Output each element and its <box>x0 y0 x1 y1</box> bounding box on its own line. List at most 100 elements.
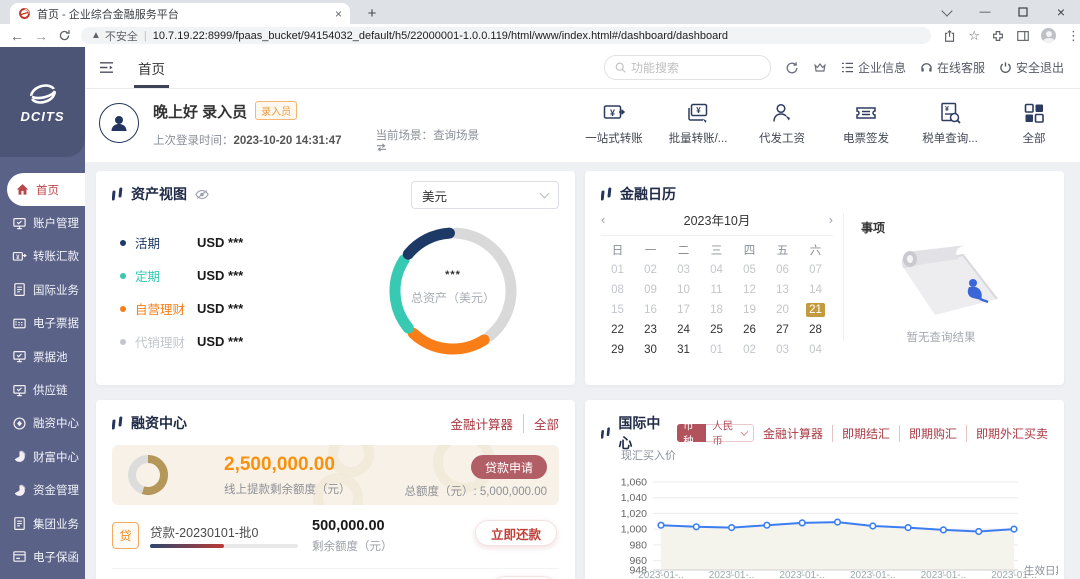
intl-link-3[interactable]: 即期外汇买卖 <box>967 425 1048 442</box>
quick-action-salary[interactable]: 代发工资 <box>750 99 814 146</box>
calendar-day[interactable]: 31 <box>667 342 700 358</box>
financing-all-link[interactable]: 全部 <box>524 414 559 433</box>
bookmark-star-icon[interactable]: ☆ <box>968 28 980 44</box>
quick-action-one-stop-transfer[interactable]: ¥一站式转账 <box>582 99 646 146</box>
calendar-day[interactable]: 14 <box>799 282 832 298</box>
calendar-day[interactable]: 10 <box>667 282 700 298</box>
sidebar-item-transfer[interactable]: ¥转账汇款 <box>0 240 85 273</box>
quick-action-e-ticket-issue[interactable]: 电票签发 <box>834 99 898 146</box>
calendar-day[interactable]: 26 <box>733 322 766 338</box>
calendar-next-button[interactable]: › <box>813 212 833 227</box>
reload-button[interactable] <box>58 29 71 42</box>
close-window-button[interactable]: × <box>1042 0 1080 24</box>
quick-action-tax-query[interactable]: ¥税单查询... <box>918 99 982 146</box>
pie-icon <box>12 449 27 464</box>
currency-select[interactable]: 美元 <box>411 181 559 209</box>
calendar-day[interactable]: 16 <box>634 302 667 318</box>
sidebar-item-wealth[interactable]: 财富中心 <box>0 440 85 473</box>
calendar-day[interactable]: 15 <box>601 302 634 318</box>
repay-button[interactable]: 立即还款 <box>475 520 557 546</box>
side-panel-icon[interactable] <box>1016 29 1030 43</box>
calendar-day[interactable]: 24 <box>667 322 700 338</box>
quick-action-all[interactable]: 全部 <box>1002 99 1066 146</box>
restore-button[interactable] <box>1004 0 1042 24</box>
intl-link-1[interactable]: 即期结汇 <box>833 425 900 442</box>
calendar-day[interactable]: 23 <box>634 322 667 338</box>
online-service-link[interactable]: 在线客服 <box>920 59 985 76</box>
calendar-day[interactable]: 02 <box>733 342 766 358</box>
calendar-day[interactable]: 03 <box>766 342 799 358</box>
financial-calculator-link[interactable]: 金融计算器 <box>440 414 524 433</box>
tab-close-icon[interactable]: × <box>335 7 342 21</box>
calendar-prev-button[interactable]: ‹ <box>601 212 621 227</box>
intl-link-2[interactable]: 即期购汇 <box>900 425 967 442</box>
calendar-day[interactable]: 01 <box>700 342 733 358</box>
sidebar-item-group[interactable]: 集团业务 <box>0 507 85 540</box>
sidebar-item-accounts[interactable]: 账户管理 <box>0 206 85 239</box>
calendar-day[interactable]: 19 <box>733 302 766 318</box>
calendar-day[interactable]: 29 <box>601 342 634 358</box>
calendar-day[interactable]: 07 <box>799 262 832 278</box>
share-icon[interactable] <box>943 29 957 43</box>
collapse-menu-icon[interactable] <box>99 61 114 74</box>
calendar-day[interactable]: 12 <box>733 282 766 298</box>
search-input[interactable]: 功能搜索 <box>604 55 771 80</box>
calendar-day[interactable]: 30 <box>634 342 667 358</box>
tab-search-icon[interactable] <box>928 0 966 24</box>
sidebar-item-financing[interactable]: 融资中心 <box>0 407 85 440</box>
intl-link-0[interactable]: 金融计算器 <box>754 425 833 442</box>
forward-button[interactable]: → <box>34 28 48 44</box>
eye-off-icon[interactable] <box>195 189 209 200</box>
back-button[interactable]: ← <box>10 28 24 44</box>
calendar-day[interactable]: 27 <box>766 322 799 338</box>
sidebar-item-home[interactable]: 首页 <box>7 173 85 206</box>
sidebar-item-supply-chain[interactable]: 供应链 <box>0 373 85 406</box>
calendar-day[interactable]: 17 <box>667 302 700 318</box>
calendar-day[interactable]: 01 <box>601 262 634 278</box>
calendar-day[interactable]: 18 <box>700 302 733 318</box>
sidebar-item-e-bill[interactable]: 电子票据 <box>0 307 85 340</box>
profile-avatar[interactable] <box>1041 28 1056 43</box>
theme-crown-icon[interactable] <box>813 61 827 74</box>
calendar-day[interactable]: 05 <box>733 262 766 278</box>
fx-currency-select[interactable]: 人民币 <box>706 424 754 442</box>
scene-switch-icon[interactable] <box>376 143 483 152</box>
calendar-day[interactable]: 28 <box>799 322 832 338</box>
sidebar-item-e-guarantee[interactable]: 电子保函 <box>0 540 85 573</box>
security-label: 不安全 <box>105 28 138 44</box>
company-info-link[interactable]: 企业信息 <box>841 59 906 76</box>
calendar-day[interactable]: 03 <box>667 262 700 278</box>
calendar-day[interactable]: 20 <box>766 302 799 318</box>
sidebar-item-international[interactable]: 国际业务 <box>0 273 85 306</box>
calendar-day[interactable]: 22 <box>601 322 634 338</box>
calendar-day[interactable]: 25 <box>700 322 733 338</box>
minimize-button[interactable]: — <box>966 0 1004 24</box>
quick-action-batch-transfer[interactable]: ¥批量转账/... <box>666 99 730 146</box>
calendar-day[interactable]: 06 <box>766 262 799 278</box>
tab-home[interactable]: 首页 <box>138 47 165 88</box>
calendar-day-today[interactable]: 21 <box>799 302 832 318</box>
list-icon <box>841 62 854 73</box>
refresh-icon[interactable] <box>785 61 799 75</box>
new-tab-button[interactable]: + <box>362 4 382 24</box>
calendar-day[interactable]: 09 <box>634 282 667 298</box>
calendar-day[interactable]: 04 <box>799 342 832 358</box>
weekday-label: 二 <box>667 242 700 258</box>
sidebar-item-funds[interactable]: 资金管理 <box>0 474 85 507</box>
calendar-day[interactable]: 08 <box>601 282 634 298</box>
assets-card: 资产视图 美元 活期USD ***定期USD ***自营理财USD ***代销理… <box>96 171 575 385</box>
menu-dots-icon[interactable]: ⋮ <box>1067 28 1080 44</box>
omnibox[interactable]: ▲ 不安全 | 10.7.19.22:8999/fpaas_bucket/941… <box>81 27 931 44</box>
sidebar-item-bill-pool[interactable]: 票据池 <box>0 340 85 373</box>
qa-salary-icon <box>770 99 794 125</box>
qa-ticket-icon <box>854 99 878 125</box>
user-avatar[interactable] <box>99 103 139 143</box>
logout-link[interactable]: 安全退出 <box>999 59 1064 76</box>
browser-tab[interactable]: 首页 - 企业综合金融服务平台 × <box>10 3 350 24</box>
loan-apply-button[interactable]: 贷款申请 <box>471 455 547 479</box>
calendar-day[interactable]: 13 <box>766 282 799 298</box>
calendar-day[interactable]: 02 <box>634 262 667 278</box>
extensions-icon[interactable] <box>991 29 1005 43</box>
calendar-day[interactable]: 04 <box>700 262 733 278</box>
calendar-day[interactable]: 11 <box>700 282 733 298</box>
